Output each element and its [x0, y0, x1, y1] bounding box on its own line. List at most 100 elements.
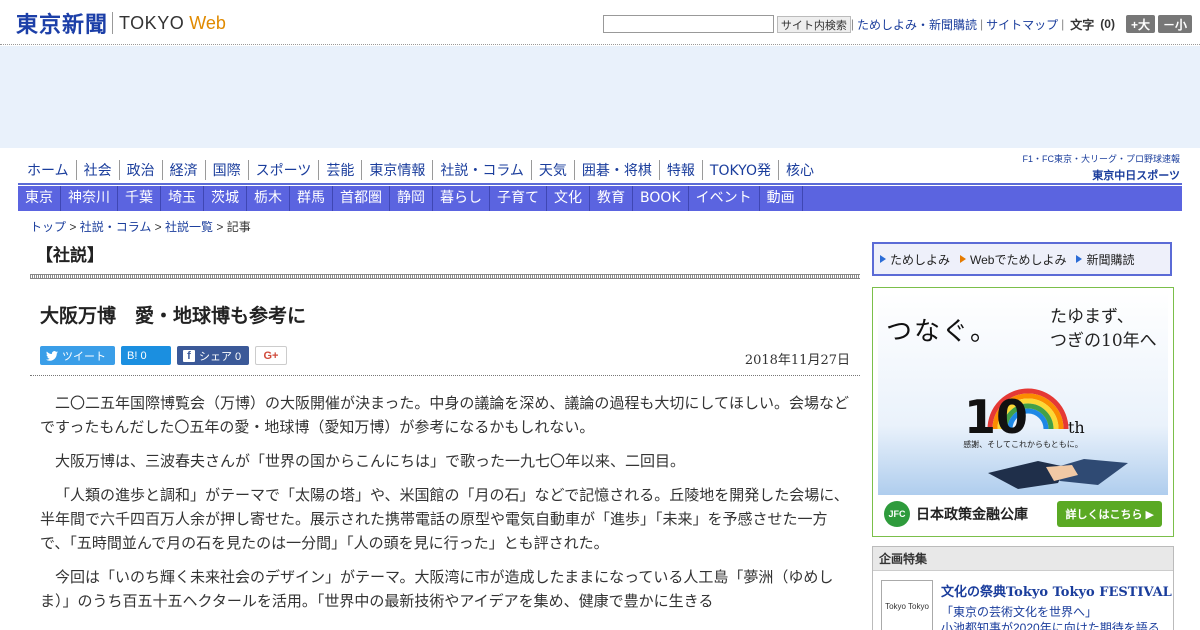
chunichi-sports-link[interactable]: F1・FC東京・大リーグ・プロ野球速報 東京中日スポーツ: [1022, 152, 1180, 183]
nav-tochigi[interactable]: 栃木: [247, 186, 290, 211]
logo-japanese: 東京新聞: [16, 12, 109, 38]
search-input[interactable]: [602, 15, 774, 33]
ad-cta-button[interactable]: 詳しくはこちら ▶: [1057, 501, 1162, 527]
trial-read-label: ためしよみ: [890, 252, 951, 267]
nav-go-shogi[interactable]: 囲碁・将棋: [573, 160, 659, 180]
nav-tokuho[interactable]: 特報: [658, 160, 702, 180]
logo-english: TOKYO: [119, 12, 185, 33]
facebook-share-button[interactable]: f シェア 0: [177, 346, 249, 365]
nav-living[interactable]: 暮らし: [433, 186, 490, 211]
sidebar-ad[interactable]: つなぐ。 たゆまず、 つぎの10年へ 10 th 感謝、そしてこれからもともに。…: [872, 287, 1174, 537]
nav-ibaraki[interactable]: 茨城: [204, 186, 247, 211]
nav-economy[interactable]: 経済: [161, 160, 205, 180]
subscription-buttons: ためしよみ Webでためしよみ 新聞購読: [872, 242, 1172, 276]
site-search-button[interactable]: サイト内検索: [776, 15, 851, 33]
nav-society[interactable]: 社会: [75, 160, 119, 180]
jfc-name: 日本政策金融公庫: [916, 507, 1028, 523]
secondary-nav: 東京 神奈川 千葉 埼玉 茨城 栃木 群馬 首都圏 静岡 暮らし 子育て 文化 …: [18, 186, 1182, 211]
nav-education[interactable]: 教育: [590, 186, 633, 211]
font-bigger-button[interactable]: +大: [1125, 15, 1155, 33]
nav-chiba[interactable]: 千葉: [118, 186, 161, 211]
top-ad-banner[interactable]: [0, 46, 1200, 148]
sitemap-link[interactable]: サイトマップ: [986, 16, 1058, 33]
trial-subscribe-link[interactable]: ためしよみ・新聞購読: [857, 16, 977, 33]
web-trial-read-button[interactable]: Webでためしよみ: [960, 251, 1066, 268]
jfc-logo: JFC: [884, 501, 910, 527]
section-divider: [30, 274, 860, 279]
nav-weather[interactable]: 天気: [530, 160, 574, 180]
nav-politics[interactable]: 政治: [118, 160, 162, 180]
ad-footer: JFC 日本政策金融公庫 詳しくはこちら ▶: [878, 495, 1168, 533]
font-size-label: 文字: [1070, 17, 1095, 32]
breadcrumb-editorial-column[interactable]: 社説・コラム: [80, 220, 152, 234]
nav-kakushin[interactable]: 核心: [777, 160, 821, 180]
nav-kanagawa[interactable]: 神奈川: [61, 186, 118, 211]
twitter-bird-icon: [46, 350, 58, 361]
ad-subcopy: たゆまず、 つぎの10年へ: [1050, 305, 1157, 353]
feature-box: 企画特集 Tokyo Tokyo 文化の祭典Tokyo Tokyo FESTIV…: [872, 546, 1174, 630]
nav-book[interactable]: BOOK: [633, 186, 689, 211]
subscribe-button[interactable]: 新聞購読: [1076, 251, 1135, 268]
logo-divider: [112, 12, 114, 34]
nav-video[interactable]: 動画: [760, 186, 803, 211]
arrow-icon: [1076, 255, 1083, 263]
nav-home[interactable]: ホーム: [20, 160, 76, 180]
primary-nav: ホーム 社会 政治 経済 国際 スポーツ 芸能 東京情報 社説・コラム 天気 囲…: [20, 157, 821, 183]
handshake-icon: [988, 459, 1128, 489]
nav-culture[interactable]: 文化: [547, 186, 590, 211]
breadcrumb-current: 記事: [226, 220, 251, 234]
chunichi-logo: 東京中日スポーツ: [1092, 170, 1180, 182]
nav-saitama[interactable]: 埼玉: [161, 186, 204, 211]
breadcrumb: トップ > 社説・コラム > 社説一覧 > 記事: [30, 218, 251, 235]
ad-cta-label: 詳しくはこちら: [1065, 509, 1143, 521]
nav-entertainment[interactable]: 芸能: [318, 160, 361, 180]
nav-tokyo[interactable]: 東京: [18, 186, 61, 211]
nav-editorial-column[interactable]: 社説・コラム: [432, 160, 531, 180]
facebook-icon: f: [183, 349, 195, 362]
nav-gunma[interactable]: 群馬: [290, 186, 333, 211]
nav-divider: [18, 183, 1182, 185]
article-paragraph: 大阪万博は、三波春夫さんが「世界の国からこんにちは」で歌った一九七〇年以来、二回…: [55, 452, 686, 470]
nav-parenting[interactable]: 子育て: [490, 186, 547, 211]
feature-description[interactable]: 小池都知事が2020年に向けた期待を語る: [941, 619, 1166, 630]
utility-bar: サイト内検索 | ためしよみ・新聞購読 | サイトマップ | 文字 (0) +大…: [602, 14, 1192, 34]
breadcrumb-editorial-list[interactable]: 社説一覧: [165, 220, 213, 234]
trial-read-button[interactable]: ためしよみ: [880, 251, 950, 268]
web-trial-read-label: Webでためしよみ: [970, 252, 1067, 267]
nav-international[interactable]: 国際: [204, 160, 248, 180]
arrow-icon: [880, 255, 886, 263]
anniversary-logo: 10 th: [964, 388, 1085, 443]
feature-title-link[interactable]: 文化の祭典Tokyo Tokyo FESTIVAL: [941, 581, 1172, 600]
nav-events[interactable]: イベント: [689, 186, 760, 211]
tweet-label: ツイート: [62, 350, 106, 363]
article-paragraph: 二〇二五年国際博覧会（万博）の大阪開催が決まった。中身の議論を深め、議論の過程も…: [40, 394, 849, 436]
breadcrumb-sep: >: [151, 220, 166, 234]
article-title: 大阪万博 愛・地球博も参考に: [40, 305, 307, 327]
util-separator: |: [850, 17, 854, 31]
anniversary-suffix: th: [1068, 418, 1085, 437]
chunichi-tagline: F1・FC東京・大リーグ・プロ野球速報: [1022, 154, 1180, 164]
breadcrumb-top[interactable]: トップ: [30, 220, 66, 234]
feature-heading: 企画特集: [873, 547, 1173, 571]
nav-shizuoka[interactable]: 静岡: [390, 186, 433, 211]
site-logo[interactable]: 東京新聞 TOKYO Web: [16, 10, 226, 38]
util-separator: |: [980, 17, 984, 31]
site-header: 東京新聞 TOKYO Web サイト内検索 | ためしよみ・新聞購読 | サイト…: [0, 0, 1200, 45]
breadcrumb-sep: >: [213, 220, 227, 234]
tweet-button[interactable]: ツイート: [40, 346, 115, 365]
facebook-share-label: シェア 0: [199, 350, 242, 363]
breadcrumb-sep: >: [66, 220, 80, 234]
nav-sports[interactable]: スポーツ: [247, 160, 319, 180]
util-separator: |: [1061, 17, 1065, 31]
font-size-count: (0): [1100, 17, 1115, 31]
google-plus-button[interactable]: G+: [255, 346, 287, 365]
article-date: 2018年11月27日: [744, 353, 850, 368]
font-smaller-button[interactable]: －小: [1157, 15, 1192, 33]
feature-thumbnail[interactable]: Tokyo Tokyo: [881, 580, 933, 630]
nav-tokyo-info[interactable]: 東京情報: [361, 160, 432, 180]
nav-shutoken[interactable]: 首都圏: [333, 186, 390, 211]
feature-subtitle[interactable]: 「東京の芸術文化を世界へ」: [941, 603, 1097, 620]
nav-tokyo-hatsu[interactable]: TOKYO発: [701, 160, 778, 180]
ad-image: つなぐ。 たゆまず、 つぎの10年へ 10 th 感謝、そしてこれからもともに。…: [878, 293, 1168, 533]
hatena-bookmark-button[interactable]: B! 0: [121, 346, 171, 365]
